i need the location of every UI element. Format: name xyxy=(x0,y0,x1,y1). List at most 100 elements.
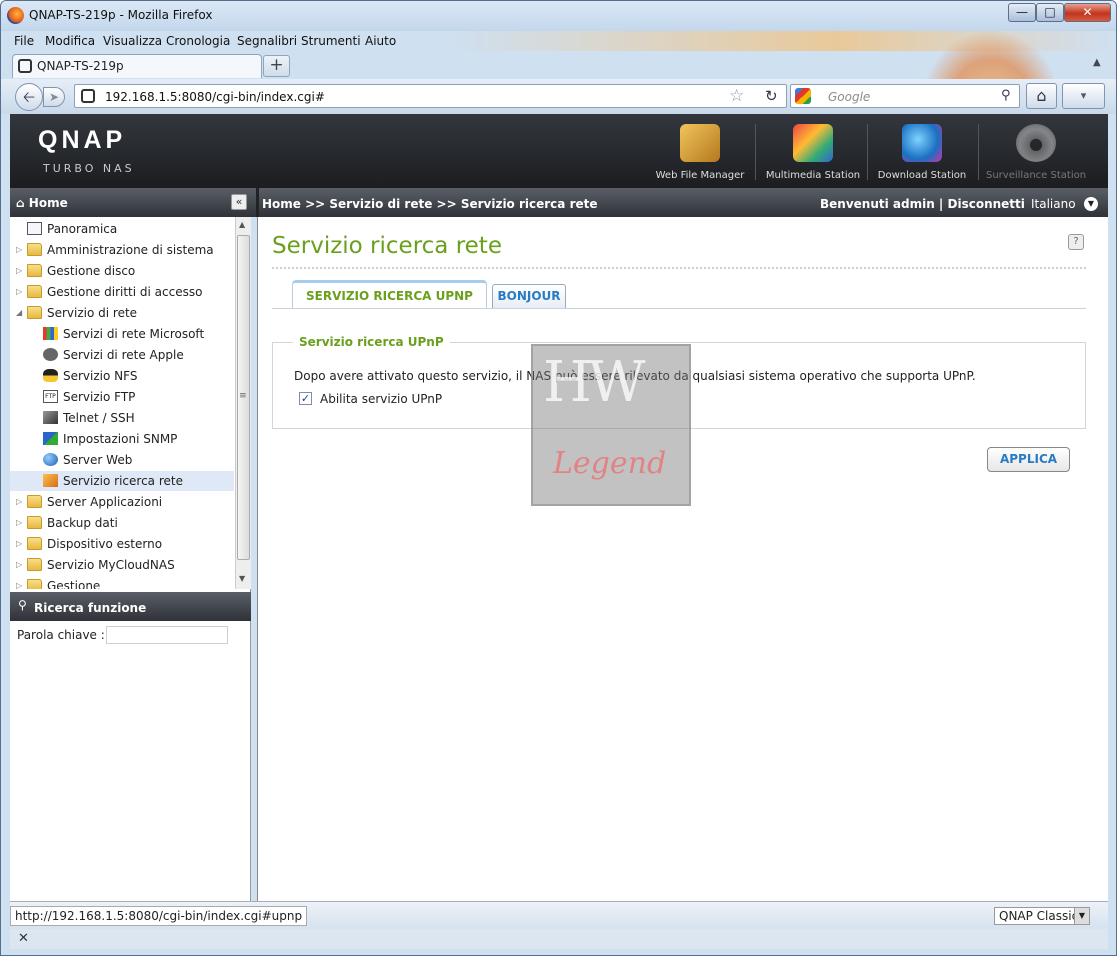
close-findbar-icon[interactable]: ✕ xyxy=(18,931,29,946)
expand-arrow-icon[interactable]: ▷ xyxy=(16,534,22,554)
reload-icon[interactable]: ↻ xyxy=(765,87,778,105)
menu-cronologia[interactable]: Cronologia xyxy=(166,34,230,48)
expand-arrow-icon[interactable]: ▷ xyxy=(16,240,22,260)
tree-item-nfs[interactable]: Servizio NFS xyxy=(10,366,236,386)
collapse-arrow-icon[interactable]: ◢ xyxy=(16,303,22,323)
watermark-legend: Legend xyxy=(553,446,667,481)
home-link[interactable]: ⌂ Home xyxy=(16,196,68,210)
tree-label: Servizio MyCloudNAS xyxy=(47,558,175,572)
network-icon xyxy=(43,432,58,445)
url-bar[interactable]: 192.168.1.5:8080/cgi-bin/index.cgi# ☆ ↻ xyxy=(74,84,787,108)
language-select[interactable]: Italiano xyxy=(1031,197,1076,211)
minimize-button[interactable]: — xyxy=(1008,3,1036,22)
breadcrumb[interactable]: Home >> Servizio di rete >> Servizio ric… xyxy=(262,197,598,211)
tree-item-amministrazione[interactable]: ▷ Amministrazione di sistema xyxy=(10,240,236,260)
tree-label: Panoramica xyxy=(47,222,118,236)
watermark-hw: HW xyxy=(543,350,645,415)
network-discovery-icon xyxy=(43,474,58,487)
dropdown-arrow-icon[interactable]: ▼ xyxy=(1074,908,1089,924)
home-button[interactable]: ⌂ xyxy=(1026,83,1057,109)
menu-aiuto[interactable]: Aiuto xyxy=(365,34,396,48)
menu-segnalibri[interactable]: Segnalibri xyxy=(237,34,297,48)
expand-arrow-icon[interactable]: ▷ xyxy=(16,492,22,512)
enable-upnp-checkbox[interactable]: ✓ xyxy=(299,392,312,405)
keyword-input[interactable] xyxy=(106,626,228,644)
linux-penguin-icon xyxy=(43,369,58,382)
welcome-logout[interactable]: Benvenuti admin | Disconnetti xyxy=(820,197,1025,211)
tree-scrollbar[interactable]: ▲ ≡ ▼ xyxy=(235,217,251,589)
tab-bar: QNAP-TS-219p + ▲ xyxy=(1,51,1116,79)
tree-item-snmp[interactable]: Impostazioni SNMP xyxy=(10,429,236,449)
folder-icon xyxy=(27,558,42,571)
tree-item-ricerca-rete[interactable]: Servizio ricerca rete xyxy=(10,471,234,491)
browser-tab[interactable]: QNAP-TS-219p xyxy=(12,54,262,78)
tree-item-ftp[interactable]: FTP Servizio FTP xyxy=(10,387,236,407)
camera-icon xyxy=(1016,124,1056,162)
app-label: Multimedia Station xyxy=(765,170,861,181)
theme-select[interactable]: QNAP Classic ▼ xyxy=(994,907,1090,925)
scroll-down-icon[interactable]: ▼ xyxy=(239,574,245,583)
tree-label: Impostazioni SNMP xyxy=(63,432,178,446)
search-icon[interactable]: ⚲ xyxy=(1001,88,1011,103)
scroll-grip-icon: ≡ xyxy=(239,391,247,401)
app-download-station[interactable]: Download Station xyxy=(876,120,968,181)
collapse-panel-button[interactable]: « xyxy=(231,194,247,210)
tab-list-arrow-icon[interactable]: ▲ xyxy=(1093,57,1101,68)
theme-value: QNAP Classic xyxy=(999,909,1079,923)
qnap-favicon-icon xyxy=(18,59,32,73)
apply-button[interactable]: APPLICA xyxy=(987,447,1070,472)
menu-file[interactable]: File xyxy=(14,34,34,48)
language-dropdown-icon[interactable]: ▼ xyxy=(1084,197,1098,211)
bookmark-star-icon[interactable]: ☆ xyxy=(729,86,744,106)
scroll-up-icon[interactable]: ▲ xyxy=(239,220,245,229)
tree-item-gestione-disco[interactable]: ▷ Gestione disco xyxy=(10,261,236,281)
folder-icon xyxy=(27,579,42,589)
tree-item-dispositivo-esterno[interactable]: ▷ Dispositivo esterno xyxy=(10,534,236,554)
expand-arrow-icon[interactable]: ▷ xyxy=(16,513,22,533)
back-button[interactable]: 🡠 xyxy=(15,83,43,111)
tab-bonjour[interactable]: BONJOUR xyxy=(492,284,566,309)
download-globe-icon xyxy=(902,124,942,162)
forward-button[interactable]: ➤ xyxy=(43,87,65,107)
tree-item-servizio-di-rete[interactable]: ◢ Servizio di rete xyxy=(10,303,236,323)
menu-modifica[interactable]: Modifica xyxy=(45,34,95,48)
menu-visualizza[interactable]: Visualizza xyxy=(103,34,162,48)
tree-item-gestione[interactable]: ▷ Gestione xyxy=(10,576,236,589)
main-content: Servizio ricerca rete ? SERVIZIO RICERCA… xyxy=(257,217,1108,901)
app-web-file-manager[interactable]: Web File Manager xyxy=(654,120,746,181)
enable-upnp-label[interactable]: Abilita servizio UPnP xyxy=(320,392,442,406)
tree-item-microsoft[interactable]: Servizi di rete Microsoft xyxy=(10,324,236,344)
menu-strumenti[interactable]: Strumenti xyxy=(301,34,361,48)
tree-item-panoramica[interactable]: Panoramica xyxy=(10,219,236,239)
tree-item-server-applicazioni[interactable]: ▷ Server Applicazioni xyxy=(10,492,236,512)
apple-icon xyxy=(43,348,58,361)
tree-label: Backup dati xyxy=(47,516,118,530)
expand-arrow-icon[interactable]: ▷ xyxy=(16,555,22,575)
expand-arrow-icon[interactable]: ▷ xyxy=(16,576,22,589)
expand-arrow-icon[interactable]: ▷ xyxy=(16,282,22,302)
tree-item-backup-dati[interactable]: ▷ Backup dati xyxy=(10,513,236,533)
maximize-button[interactable]: □ xyxy=(1036,3,1064,22)
help-icon[interactable]: ? xyxy=(1068,234,1084,250)
addon-button[interactable]: ▾ xyxy=(1062,83,1105,109)
tree-label: Server Web xyxy=(63,453,133,467)
close-button[interactable]: ✕ xyxy=(1064,3,1111,22)
app-multimedia-station[interactable]: Multimedia Station xyxy=(763,120,863,181)
search-function-header: ⚲ Ricerca funzione xyxy=(10,592,251,621)
expand-arrow-icon[interactable]: ▷ xyxy=(16,261,22,281)
qnap-subtitle: TURBO NAS xyxy=(43,162,135,175)
app-surveillance-station[interactable]: Surveillance Station xyxy=(986,120,1086,181)
tree-item-telnet-ssh[interactable]: Telnet / SSH xyxy=(10,408,236,428)
app-label: Surveillance Station xyxy=(986,170,1087,181)
new-tab-button[interactable]: + xyxy=(263,55,290,77)
tree-item-diritti-accesso[interactable]: ▷ Gestione diritti di accesso xyxy=(10,282,236,302)
tree-item-mycloudnas[interactable]: ▷ Servizio MyCloudNAS xyxy=(10,555,236,575)
title-divider xyxy=(272,267,1086,269)
tree-item-apple[interactable]: Servizi di rete Apple xyxy=(10,345,236,365)
tab-upnp[interactable]: SERVIZIO RICERCA UPNP xyxy=(292,280,487,309)
browser-window: QNAP-TS-219p - Mozilla Firefox — □ ✕ Fil… xyxy=(0,0,1117,956)
tree-item-server-web[interactable]: Server Web xyxy=(10,450,236,470)
tab-divider xyxy=(272,308,1086,309)
fieldset-legend: Servizio ricerca UPnP xyxy=(293,335,450,349)
search-box[interactable]: Google ⚲ xyxy=(790,84,1020,108)
